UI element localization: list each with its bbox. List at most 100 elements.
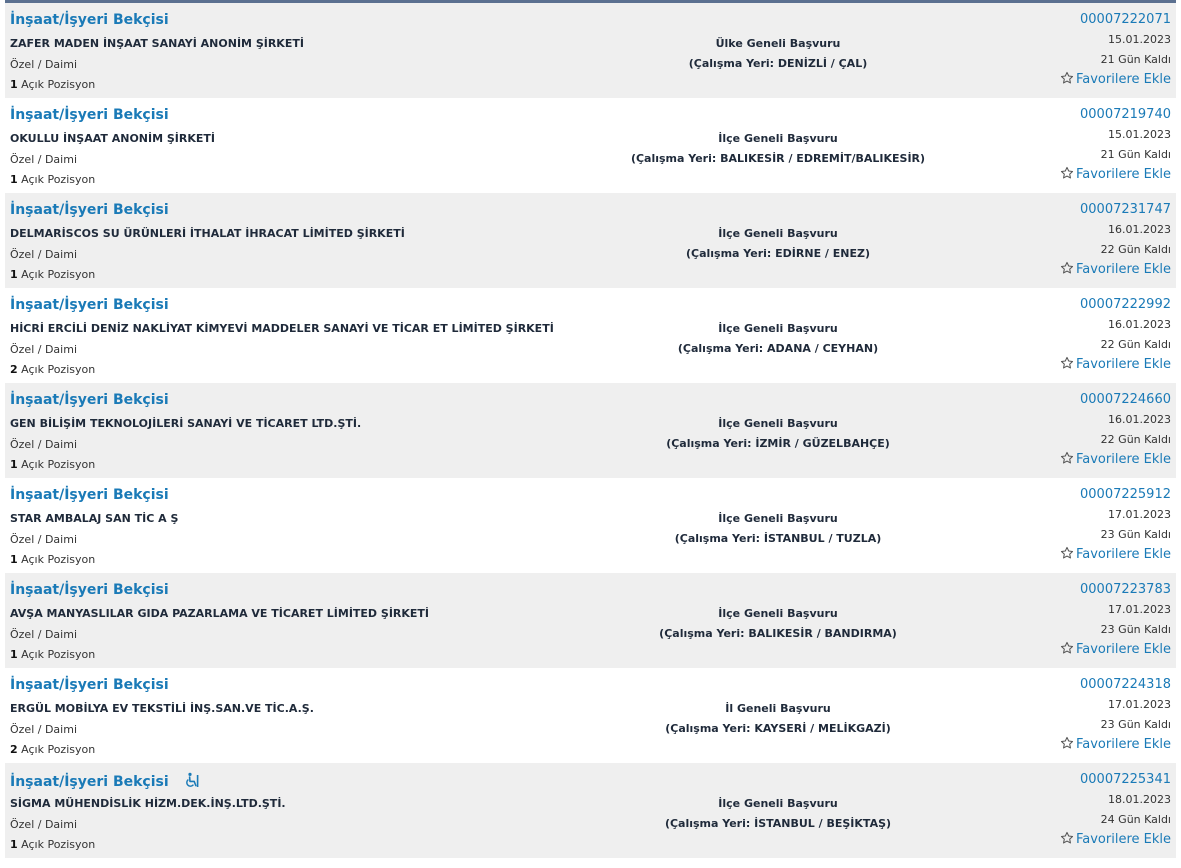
employment-type: Özel / Daimi	[10, 438, 77, 451]
position-suffix: Açık Pozisyon	[21, 78, 96, 91]
job-title-link[interactable]: İnşaat/İşyeri Bekçisi	[10, 202, 169, 218]
add-to-favorites-button[interactable]: Favorilere Ekle	[1060, 641, 1171, 658]
add-to-favorites-label[interactable]: Favorilere Ekle	[1076, 167, 1171, 182]
listing-number-link[interactable]: 00007224318	[1060, 677, 1171, 693]
listing-number-link[interactable]: 00007223783	[1060, 582, 1171, 598]
star-outline-icon	[1060, 261, 1074, 274]
listing-number-link[interactable]: 00007222992	[1060, 297, 1171, 313]
listing-number-link[interactable]: 00007224660	[1060, 392, 1171, 408]
application-info: İlçe Geneli Başvuru (Çalışma Yeri: İSTAN…	[478, 509, 1078, 549]
job-title-text[interactable]: İnşaat/İşyeri Bekçisi	[10, 12, 169, 28]
job-title-link[interactable]: İnşaat/İşyeri Bekçisi	[10, 677, 169, 693]
add-to-favorites-button[interactable]: Favorilere Ekle	[1060, 546, 1171, 563]
application-info: İlçe Geneli Başvuru (Çalışma Yeri: İSTAN…	[478, 794, 1078, 834]
job-title-text[interactable]: İnşaat/İşyeri Bekçisi	[10, 582, 169, 598]
add-to-favorites-label[interactable]: Favorilere Ekle	[1076, 452, 1171, 467]
add-to-favorites-button[interactable]: Favorilere Ekle	[1060, 71, 1171, 88]
listing-meta: 00007219740 15.01.2023 21 Gün Kaldı Favo…	[1060, 107, 1171, 183]
add-to-favorites-label[interactable]: Favorilere Ekle	[1076, 547, 1171, 562]
listing-meta: 00007222992 16.01.2023 22 Gün Kaldı Favo…	[1060, 297, 1171, 373]
job-list: İnşaat/İşyeri Bekçisi ZAFER MADEN İNŞAAT…	[5, 3, 1176, 858]
position-suffix: Açık Pozisyon	[21, 743, 96, 756]
days-left: 22 Gün Kaldı	[1100, 338, 1171, 351]
company-name: GEN BİLİŞİM TEKNOLOJİLERİ SANAYİ VE TİCA…	[10, 417, 362, 430]
listing-number-link[interactable]: 00007225341	[1060, 772, 1171, 788]
add-to-favorites-label[interactable]: Favorilere Ekle	[1076, 72, 1171, 87]
company-name: SİGMA MÜHENDİSLİK HİZM.DEK.İNŞ.LTD.ŞTİ.	[10, 797, 286, 810]
add-to-favorites-label[interactable]: Favorilere Ekle	[1076, 642, 1171, 657]
application-scope: İlçe Geneli Başvuru	[718, 417, 838, 430]
days-left: 23 Gün Kaldı	[1100, 718, 1171, 731]
listing-number-link[interactable]: 00007222071	[1060, 12, 1171, 28]
job-row: İnşaat/İşyeri Bekçisi SİGMA MÜHENDİSLİK …	[5, 763, 1176, 858]
job-title-text[interactable]: İnşaat/İşyeri Bekçisi	[10, 677, 169, 693]
open-positions: 1 Açık Pozisyon	[10, 458, 95, 471]
listing-number-link[interactable]: 00007231747	[1060, 202, 1171, 218]
days-left: 23 Gün Kaldı	[1100, 623, 1171, 636]
add-to-favorites-button[interactable]: Favorilere Ekle	[1060, 451, 1171, 468]
position-count: 1	[10, 268, 18, 281]
listing-number-link[interactable]: 00007225912	[1060, 487, 1171, 503]
position-suffix: Açık Pozisyon	[21, 268, 96, 281]
work-location: (Çalışma Yeri: KAYSERİ / MELİKGAZİ)	[665, 722, 891, 735]
job-title-link[interactable]: İnşaat/İşyeri Bekçisi	[10, 297, 169, 313]
job-title-text[interactable]: İnşaat/İşyeri Bekçisi	[10, 392, 169, 408]
add-to-favorites-label[interactable]: Favorilere Ekle	[1076, 262, 1171, 277]
application-info: İlçe Geneli Başvuru (Çalışma Yeri: BALIK…	[478, 129, 1078, 169]
job-title-link[interactable]: İnşaat/İşyeri Bekçisi	[10, 487, 169, 503]
job-row: İnşaat/İşyeri Bekçisi STAR AMBALAJ SAN T…	[5, 478, 1176, 573]
job-row: İnşaat/İşyeri Bekçisi GEN BİLİŞİM TEKNOL…	[5, 383, 1176, 478]
add-to-favorites-label[interactable]: Favorilere Ekle	[1076, 832, 1171, 847]
add-to-favorites-button[interactable]: Favorilere Ekle	[1060, 356, 1171, 373]
job-title-text[interactable]: İnşaat/İşyeri Bekçisi	[10, 202, 169, 218]
add-to-favorites-button[interactable]: Favorilere Ekle	[1060, 736, 1171, 753]
job-title-link[interactable]: İnşaat/İşyeri Bekçisi	[10, 772, 200, 790]
job-title-link[interactable]: İnşaat/İşyeri Bekçisi	[10, 392, 169, 408]
job-title-link[interactable]: İnşaat/İşyeri Bekçisi	[10, 12, 169, 28]
open-positions: 1 Açık Pozisyon	[10, 648, 95, 661]
company-name: OKULLU İNŞAAT ANONİM ŞİRKETİ	[10, 132, 215, 145]
add-to-favorites-button[interactable]: Favorilere Ekle	[1060, 261, 1171, 278]
days-left: 22 Gün Kaldı	[1100, 243, 1171, 256]
open-positions: 1 Açık Pozisyon	[10, 78, 95, 91]
open-positions: 1 Açık Pozisyon	[10, 173, 95, 186]
add-to-favorites-label[interactable]: Favorilere Ekle	[1076, 357, 1171, 372]
add-to-favorites-label[interactable]: Favorilere Ekle	[1076, 737, 1171, 752]
employment-type: Özel / Daimi	[10, 533, 77, 546]
application-scope: İl Geneli Başvuru	[725, 702, 831, 715]
listing-meta: 00007222071 15.01.2023 21 Gün Kaldı Favo…	[1060, 12, 1171, 88]
job-title-text[interactable]: İnşaat/İşyeri Bekçisi	[10, 297, 169, 313]
listing-meta: 00007225912 17.01.2023 23 Gün Kaldı Favo…	[1060, 487, 1171, 563]
work-location: (Çalışma Yeri: İSTANBUL / TUZLA)	[674, 532, 882, 545]
job-row: İnşaat/İşyeri Bekçisi HİCRİ ERCİLİ DENİZ…	[5, 288, 1176, 383]
job-title-text[interactable]: İnşaat/İşyeri Bekçisi	[10, 107, 169, 123]
application-scope: İlçe Geneli Başvuru	[718, 797, 838, 810]
job-title-text[interactable]: İnşaat/İşyeri Bekçisi	[10, 774, 169, 790]
job-title-text[interactable]: İnşaat/İşyeri Bekçisi	[10, 487, 169, 503]
days-left: 21 Gün Kaldı	[1100, 53, 1171, 66]
position-suffix: Açık Pozisyon	[21, 363, 96, 376]
position-count: 2	[10, 363, 18, 376]
open-positions: 1 Açık Pozisyon	[10, 838, 95, 851]
position-count: 1	[10, 648, 18, 661]
position-count: 1	[10, 173, 18, 186]
application-info: İlçe Geneli Başvuru (Çalışma Yeri: EDİRN…	[478, 224, 1078, 264]
listing-number-link[interactable]: 00007219740	[1060, 107, 1171, 123]
wheelchair-icon[interactable]	[184, 772, 200, 788]
company-name: ZAFER MADEN İNŞAAT SANAYİ ANONİM ŞİRKETİ	[10, 37, 304, 50]
employment-type: Özel / Daimi	[10, 628, 77, 641]
listing-date: 15.01.2023	[1108, 128, 1171, 141]
work-location: (Çalışma Yeri: BALIKESİR / EDREMİT/BALIK…	[630, 152, 926, 165]
add-to-favorites-button[interactable]: Favorilere Ekle	[1060, 166, 1171, 183]
listing-date: 15.01.2023	[1108, 33, 1171, 46]
position-suffix: Açık Pozisyon	[21, 173, 96, 186]
company-name: STAR AMBALAJ SAN TİC A Ş	[10, 512, 179, 525]
add-to-favorites-button[interactable]: Favorilere Ekle	[1060, 831, 1171, 848]
listing-date: 18.01.2023	[1108, 793, 1171, 806]
open-positions: 2 Açık Pozisyon	[10, 743, 95, 756]
job-title-link[interactable]: İnşaat/İşyeri Bekçisi	[10, 582, 169, 598]
star-outline-icon	[1060, 736, 1074, 749]
job-title-link[interactable]: İnşaat/İşyeri Bekçisi	[10, 107, 169, 123]
work-location: (Çalışma Yeri: EDİRNE / ENEZ)	[685, 247, 870, 260]
employment-type: Özel / Daimi	[10, 723, 77, 736]
